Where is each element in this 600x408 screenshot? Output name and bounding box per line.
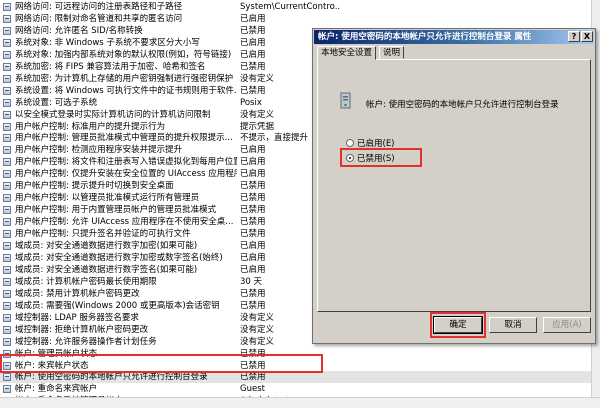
policy-name: 域成员: 对安全通道数据进行数字签名(如果可能) bbox=[15, 264, 198, 275]
policy-row[interactable]: 帐户: 使用空密码的本地帐户只允许进行控制台登录 已禁用 bbox=[0, 371, 600, 384]
policy-icon bbox=[3, 206, 11, 215]
help-button[interactable]: ? bbox=[568, 31, 580, 42]
properties-dialog: 帐户: 使用空密码的本地帐户只允许进行控制台登录 属性 ? X 本地安全设置 说… bbox=[312, 28, 596, 344]
policy-value: Guest bbox=[240, 384, 265, 395]
policy-name: 网络访问: 限制对命名管道和共享的匿名访问 bbox=[15, 13, 183, 24]
policy-icon bbox=[3, 373, 11, 382]
dialog-titlebar[interactable]: 帐户: 使用空密码的本地帐户只允许进行控制台登录 属性 ? X bbox=[314, 30, 594, 44]
close-button[interactable]: X bbox=[581, 31, 593, 42]
policy-icon bbox=[3, 26, 11, 35]
policy-name: 网络访问: 允许匿名 SID/名称转换 bbox=[15, 25, 143, 36]
policy-value: 已启用 bbox=[240, 13, 266, 24]
policy-icon bbox=[3, 253, 11, 262]
policy-name: 系统设置: 可选子系统 bbox=[15, 97, 98, 108]
policy-icon bbox=[3, 110, 11, 119]
policy-icon bbox=[3, 146, 11, 155]
policy-name: 域成员: 需要强(Windows 2000 或更高版本)会话密钥 bbox=[15, 300, 220, 311]
policy-name: 用户帐户控制: 仅提升安装在安全位置的 UIAccess 应用程序 bbox=[15, 169, 237, 180]
policy-row[interactable]: 网络访问: 限制对命名管道和共享的匿名访问 已启用 bbox=[0, 13, 600, 25]
policy-icon bbox=[3, 242, 11, 250]
highlight-ok-button bbox=[430, 312, 486, 338]
policy-icon bbox=[3, 3, 11, 11]
policy-icon bbox=[3, 86, 11, 95]
policy-row[interactable]: 网络访问: 可远程访问的注册表路径和子路径 System\CurrentContr… bbox=[0, 1, 600, 13]
policy-icon bbox=[3, 218, 11, 227]
policy-icon bbox=[3, 337, 11, 346]
policy-row[interactable]: 帐户: 重命名来宾帐户 Guest bbox=[0, 383, 600, 395]
policy-name: 以安全模式登录时实际计算机访问的计算机访问限制 bbox=[15, 109, 211, 120]
policy-value: System\CurrentContro... bbox=[240, 2, 340, 12]
policy-name: 域成员: 对安全通道数据进行数字加密(如果可能) bbox=[15, 241, 198, 251]
policy-name: 用户帐户控制: 只提升签名并验证的可执行文件 bbox=[15, 229, 191, 240]
policy-icon bbox=[3, 38, 11, 47]
policy-icon bbox=[3, 182, 11, 191]
tab-explain[interactable]: 说明 bbox=[379, 46, 405, 59]
policy-name: 系统对象: 加强内部系统对象的默认权限(例如，符号链接) bbox=[15, 49, 232, 60]
policy-icon bbox=[3, 194, 11, 203]
policy-name: 域控制器: 拒绝计算机帐户密码更改 bbox=[15, 324, 149, 335]
policy-name: 用户帐户控制: 管理员批准模式中管理员的提升权限提示... bbox=[15, 133, 233, 144]
policy-icon bbox=[3, 98, 11, 107]
policy-name: 网络访问: 可远程访问的注册表路径和子路径 bbox=[15, 2, 183, 12]
policy-icon bbox=[3, 230, 11, 239]
radio-enabled-dot[interactable] bbox=[346, 139, 354, 147]
policy-icon bbox=[3, 14, 11, 23]
policy-name: 域成员: 禁用计算机帐户密码更改 bbox=[15, 288, 140, 299]
policy-name: 系统加密: 为计算机上存储的用户密钥强制进行强密钥保护 bbox=[15, 73, 234, 84]
policy-name: 系统加密: 将 FIPS 兼容算法用于加密、哈希和签名 bbox=[15, 61, 206, 72]
apply-button[interactable]: 应用(A) bbox=[543, 317, 591, 333]
policy-name: 帐户: 使用空密码的本地帐户只允许进行控制台登录 bbox=[15, 372, 208, 383]
policy-icon bbox=[3, 385, 11, 394]
policy-icon bbox=[3, 74, 11, 83]
policy-name: 系统设置: 将 Windows 可执行文件中的证书规则用于软件... bbox=[15, 85, 237, 96]
highlight-disabled-option bbox=[340, 148, 422, 167]
policy-icon bbox=[3, 62, 11, 71]
cancel-button[interactable]: 取消 bbox=[489, 317, 537, 333]
policy-icon bbox=[3, 122, 11, 131]
policy-name: 域成员: 对安全通道数据进行数字加密或数字签名(始终) bbox=[15, 252, 223, 263]
policy-icon bbox=[3, 301, 11, 310]
tab-local-security-setting[interactable]: 本地安全设置 bbox=[317, 46, 377, 60]
policy-icon bbox=[3, 265, 11, 274]
policy-icon bbox=[3, 313, 11, 322]
policy-name: 域控制器: LDAP 服务器签名要求 bbox=[15, 312, 139, 323]
policy-name: 用户帐户控制: 允许 UIAccess 应用程序在不使用安全桌... bbox=[15, 217, 234, 228]
tab-panel: 帐户: 使用空密码的本地帐户只允许进行控制台登录 已启用(E) 已禁用(S) bbox=[317, 59, 591, 312]
policy-name: 帐户: 重命名来宾帐户 bbox=[15, 384, 98, 395]
policy-name: 用户帐户控制: 标准用户的提升提示行为 bbox=[15, 121, 166, 132]
policy-icon bbox=[3, 277, 11, 286]
policy-name: 用户帐户控制: 将文件和注册表写入错误虚拟化到每用户位置 bbox=[15, 157, 237, 168]
policy-name: 用户帐户控制: 检测应用程序安装并提示提升 bbox=[15, 145, 183, 156]
policy-icon bbox=[3, 134, 11, 143]
policy-icon bbox=[3, 289, 11, 298]
policy-name: 域控制器: 允许服务器操作者计划任务 bbox=[15, 336, 157, 347]
policy-server-icon bbox=[338, 92, 354, 110]
policy-name: 系统对象: 非 Windows 子系统不要求区分大小写 bbox=[15, 37, 200, 48]
policy-value: 已禁用 bbox=[240, 372, 266, 383]
policy-icon bbox=[3, 170, 11, 179]
status-bar bbox=[0, 397, 600, 408]
dialog-title: 帐户: 使用空密码的本地帐户只允许进行控制台登录 属性 bbox=[318, 32, 532, 42]
policy-name: 用户帐户控制: 用于内置管理员帐户的管理员批准模式 bbox=[15, 205, 217, 216]
policy-name: 用户帐户控制: 提示提升时切换到安全桌面 bbox=[15, 181, 174, 192]
highlight-selected-policy bbox=[0, 354, 323, 373]
policy-icon bbox=[3, 325, 11, 334]
policy-name: 域成员: 计算机帐户密码最长使用期限 bbox=[15, 276, 157, 287]
policy-label: 帐户: 使用空密码的本地帐户只允许进行控制台登录 bbox=[366, 100, 559, 110]
policy-icon bbox=[3, 50, 11, 59]
policy-icon bbox=[3, 158, 11, 167]
policy-name: 用户帐户控制: 以管理员批准模式运行所有管理员 bbox=[15, 193, 200, 204]
